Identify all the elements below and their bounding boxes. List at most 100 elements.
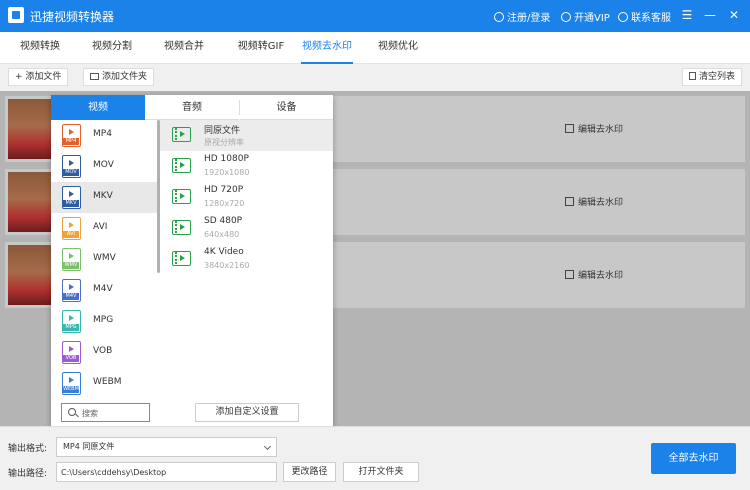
- edit-icon: [565, 124, 574, 133]
- quality-option[interactable]: 4K Video 3840x2160: [160, 244, 333, 275]
- tab-to-gif[interactable]: 视频转GIF: [225, 32, 297, 64]
- bottom-bar: 输出格式: MP4 同原文件 输出路径: 更改路径 打开文件夹 全部去水印: [0, 426, 750, 490]
- title-bar: 迅捷视频转换器 注册/登录 开通VIP 联系客服 ☰ — ✕: [0, 0, 750, 32]
- edit-watermark-label: 编辑去水印: [578, 271, 624, 281]
- vip-icon: [561, 11, 571, 22]
- format-tag: MOV: [63, 169, 79, 176]
- format-list: MP4 MP4 MOV MOV MKV MKV AVI AVI WMV WMV M4V M4V MPG M…: [51, 120, 157, 404]
- play-icon: [69, 222, 74, 228]
- add-file-button[interactable]: + 添加文件: [8, 68, 69, 86]
- film-icon: [172, 127, 191, 142]
- format-label: MP4: [93, 129, 112, 139]
- quality-option[interactable]: HD 1080P 1920x1080: [160, 151, 333, 182]
- popup-tab-video[interactable]: 视频: [51, 95, 145, 120]
- edit-icon: [565, 270, 574, 279]
- format-item-mkv[interactable]: MKV MKV: [51, 182, 157, 213]
- format-search-box[interactable]: [61, 403, 150, 422]
- output-format-value: MP4 同原文件: [63, 442, 115, 451]
- format-item-webm[interactable]: WEBM WEBM: [51, 368, 157, 399]
- format-item-mpg[interactable]: MPG MPG: [51, 306, 157, 337]
- format-item-mp4[interactable]: MP4 MP4: [51, 120, 157, 151]
- format-tag: AVI: [63, 231, 79, 238]
- video-thumbnail: [8, 172, 52, 232]
- menu-icon[interactable]: ☰: [680, 7, 694, 23]
- add-folder-button[interactable]: 添加文件夹: [83, 68, 155, 86]
- film-icon: [172, 251, 191, 266]
- format-label: WMV: [93, 253, 116, 263]
- play-icon: [69, 129, 74, 135]
- format-item-vob[interactable]: VOB VOB: [51, 337, 157, 368]
- output-path-label: 输出路径:: [8, 469, 48, 479]
- open-folder-button[interactable]: 打开文件夹: [343, 462, 419, 482]
- add-folder-label: 添加文件夹: [102, 72, 148, 82]
- format-label: MOV: [93, 160, 114, 170]
- edit-watermark-button[interactable]: 编辑去水印: [565, 195, 623, 208]
- edit-watermark-button[interactable]: 编辑去水印: [565, 268, 623, 281]
- format-tag: M4V: [63, 293, 79, 300]
- tab-merge[interactable]: 视频合并: [153, 32, 215, 64]
- format-item-m4v[interactable]: M4V M4V: [51, 275, 157, 306]
- quality-title: HD 1080P: [204, 154, 249, 164]
- quality-title: 4K Video: [204, 247, 244, 257]
- format-popup: 视频 音频 设备 MP4 MP4 MOV MOV MKV MKV AVI AVI WMV WMV M…: [51, 95, 333, 429]
- chevron-down-icon: [263, 442, 272, 451]
- edit-watermark-button[interactable]: 编辑去水印: [565, 122, 623, 135]
- search-icon: [68, 408, 76, 416]
- app-title: 迅捷视频转换器: [30, 10, 115, 24]
- format-tag: WEBM: [63, 386, 79, 393]
- add-custom-setting-button[interactable]: 添加自定义设置: [195, 403, 299, 422]
- video-file-icon: WEBM: [62, 372, 81, 395]
- popup-tab-audio[interactable]: 音频: [145, 95, 239, 120]
- support-link[interactable]: 联系客服: [618, 9, 671, 24]
- video-file-icon: MKV: [62, 186, 81, 209]
- search-input[interactable]: [82, 406, 146, 420]
- play-icon: [69, 160, 74, 166]
- tab-split[interactable]: 视频分割: [81, 32, 143, 64]
- play-icon: [69, 346, 74, 352]
- minimize-button[interactable]: —: [703, 7, 717, 23]
- app-logo-icon: [8, 7, 24, 23]
- quality-option[interactable]: HD 720P 1280x720: [160, 182, 333, 213]
- output-format-select[interactable]: MP4 同原文件: [56, 437, 277, 457]
- quality-option[interactable]: SD 480P 640x480: [160, 213, 333, 244]
- format-tag: MPG: [63, 324, 79, 331]
- quality-option[interactable]: 同原文件 原视分辨率: [160, 120, 333, 151]
- edit-icon: [565, 197, 574, 206]
- video-file-icon: AVI: [62, 217, 81, 240]
- format-tag: MKV: [63, 200, 79, 207]
- format-label: AVI: [93, 222, 108, 232]
- format-label: M4V: [93, 284, 113, 294]
- login-link[interactable]: 注册/登录: [494, 9, 550, 24]
- change-path-button[interactable]: 更改路径: [283, 462, 336, 482]
- video-file-icon: MPG: [62, 310, 81, 333]
- vip-label: 开通VIP: [574, 13, 610, 24]
- quality-title: 同原文件: [204, 126, 241, 136]
- close-button[interactable]: ✕: [727, 7, 741, 23]
- format-tag: WMV: [63, 262, 79, 269]
- tab-convert[interactable]: 视频转换: [9, 32, 71, 64]
- format-item-avi[interactable]: AVI AVI: [51, 213, 157, 244]
- vip-link[interactable]: 开通VIP: [561, 9, 610, 24]
- remove-all-watermarks-button[interactable]: 全部去水印: [651, 443, 736, 474]
- format-item-wmv[interactable]: WMV WMV: [51, 244, 157, 275]
- output-format-label: 输出格式:: [8, 444, 48, 454]
- quality-resolution: 1280x720: [204, 199, 245, 208]
- main-tabs: 视频转换 视频分割 视频合并 视频转GIF 视频去水印 视频优化: [0, 32, 750, 64]
- trash-icon: [689, 72, 696, 80]
- quality-title: HD 720P: [204, 185, 244, 195]
- format-tag: VOB: [63, 355, 79, 362]
- quality-resolution: 1920x1080: [204, 168, 250, 177]
- clear-list-button[interactable]: 清空列表: [682, 68, 743, 86]
- play-icon: [69, 315, 74, 321]
- format-item-mov[interactable]: MOV MOV: [51, 151, 157, 182]
- output-path-field[interactable]: [56, 462, 277, 482]
- format-label: WEBM: [93, 377, 122, 387]
- play-icon: [69, 191, 74, 197]
- popup-tab-device[interactable]: 设备: [240, 95, 333, 120]
- tab-optimize[interactable]: 视频优化: [367, 32, 429, 64]
- format-label: MPG: [93, 315, 114, 325]
- film-icon: [172, 220, 191, 235]
- quality-resolution: 原视分辨率: [204, 138, 244, 147]
- play-icon: [69, 284, 74, 290]
- tab-remove-watermark[interactable]: 视频去水印: [301, 32, 353, 64]
